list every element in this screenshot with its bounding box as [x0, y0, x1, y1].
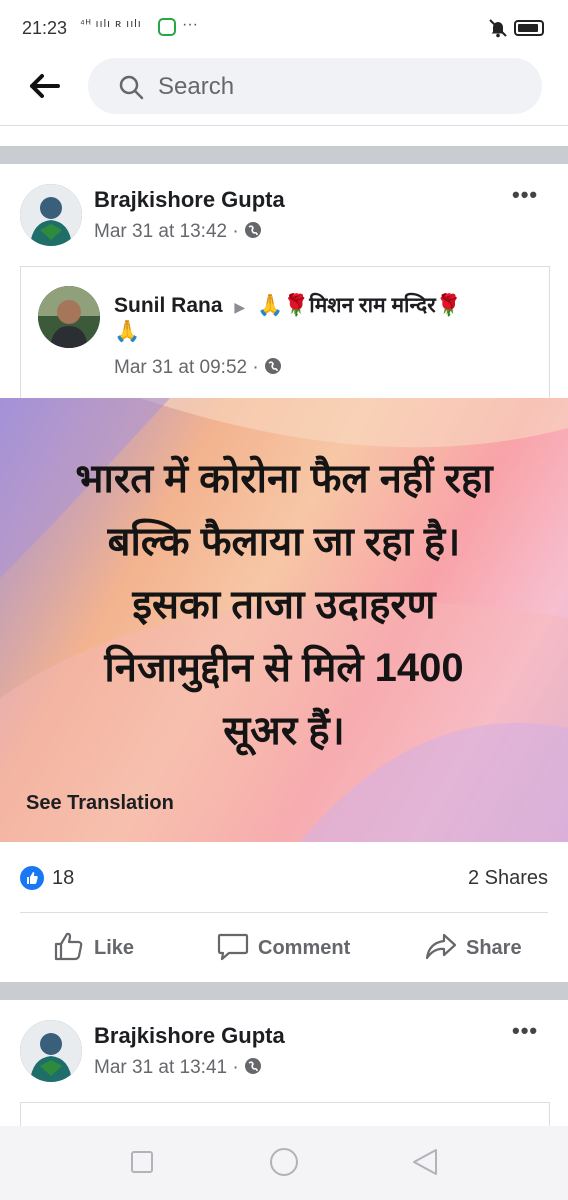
shares-count[interactable]: 2 Shares	[468, 867, 548, 890]
image-text-line: बल्कि फैलाया जा रहा है।	[107, 520, 461, 564]
search-icon	[118, 74, 144, 105]
image-text-line: भारत में कोरोना फैल नहीं रहा	[75, 457, 493, 501]
avatar[interactable]	[20, 1020, 82, 1082]
privacy-separator: ·	[252, 357, 264, 378]
comment-button-label: Comment	[258, 936, 351, 959]
search-placeholder: Search	[158, 73, 235, 100]
shared-timestamp-text: Mar 31 at 09:52	[114, 357, 248, 378]
post-timestamp-text: Mar 31 at 13:42	[94, 221, 228, 242]
back-arrow-icon	[30, 74, 60, 98]
see-translation-link[interactable]: See Translation	[26, 792, 174, 815]
share-button-label: Share	[466, 936, 522, 959]
privacy-separator: ·	[232, 1057, 244, 1078]
avatar[interactable]	[38, 286, 100, 348]
status-time: 21:23	[22, 18, 68, 38]
divider	[20, 912, 548, 913]
privacy-separator: ·	[232, 221, 244, 242]
post-timestamp[interactable]: Mar 31 at 13:42 ·	[94, 221, 262, 243]
shared-group-name[interactable]: 🙏🌹मिशन राम मन्दिर🌹	[257, 294, 462, 317]
battery-icon	[514, 20, 544, 36]
like-count: 18	[52, 867, 75, 889]
post-timestamp-text: Mar 31 at 13:41	[94, 1057, 228, 1078]
globe-icon	[264, 357, 282, 378]
comment-button[interactable]: Comment	[216, 928, 350, 968]
message-notification-icon	[158, 18, 176, 36]
recent-apps-icon[interactable]	[131, 1151, 153, 1173]
like-button-label: Like	[94, 936, 135, 959]
more-options-button[interactable]: •••	[512, 1018, 538, 1044]
mute-icon	[488, 18, 508, 43]
more-options-button[interactable]: •••	[512, 182, 538, 208]
shared-post-card[interactable]	[20, 266, 550, 400]
signal-icon: ⁴ᴴ ıılı ʀ ıılı	[80, 18, 142, 30]
post-author-name[interactable]: Brajkishore Gupta	[94, 1023, 285, 1049]
app-header: Search	[0, 56, 568, 126]
post-author-name[interactable]: Brajkishore Gupta	[94, 187, 285, 213]
image-text-line: निजामुद्दीन से मिले 1400	[104, 646, 464, 690]
globe-icon	[244, 1057, 262, 1078]
post-image[interactable]: भारत में कोरोना फैल नहीं रहा बल्कि फैलाय…	[0, 398, 568, 842]
feed-separator	[0, 146, 568, 164]
home-icon[interactable]	[270, 1148, 298, 1176]
system-nav-bar	[0, 1126, 568, 1200]
like-reaction-icon	[20, 866, 44, 890]
image-caption-text: भारत में कोरोना फैल नहीं रहा बल्कि फैलाय…	[0, 448, 568, 763]
share-button[interactable]: Share	[424, 928, 522, 968]
status-bar: 21:23 ⁴ᴴ ıılı ʀ ıılı ···	[0, 0, 568, 56]
back-button[interactable]	[28, 72, 62, 100]
shared-post-header: Sunil Rana ▶ 🙏🌹मिशन राम मन्दिर🌹	[114, 291, 462, 319]
thumbs-up-icon	[52, 929, 86, 968]
comment-icon	[216, 929, 250, 968]
shared-author-name[interactable]: Sunil Rana	[114, 294, 223, 317]
image-text-line: सूअर हैं।	[223, 709, 345, 753]
more-notifications-icon: ···	[182, 16, 198, 33]
like-button[interactable]: Like	[52, 928, 134, 968]
avatar[interactable]	[20, 184, 82, 246]
search-input[interactable]: Search	[88, 58, 542, 114]
globe-icon	[244, 221, 262, 242]
back-nav-icon[interactable]	[413, 1149, 437, 1175]
image-text-line: इसका ताजा उदाहरण	[132, 583, 436, 627]
caret-right-icon: ▶	[234, 299, 246, 315]
post-timestamp[interactable]: Mar 31 at 13:41 ·	[94, 1057, 262, 1079]
shared-group-name-cont: 🙏	[114, 320, 141, 343]
feed-separator	[0, 982, 568, 1000]
shared-post-timestamp[interactable]: Mar 31 at 09:52 ·	[114, 357, 282, 379]
share-icon	[424, 929, 458, 968]
